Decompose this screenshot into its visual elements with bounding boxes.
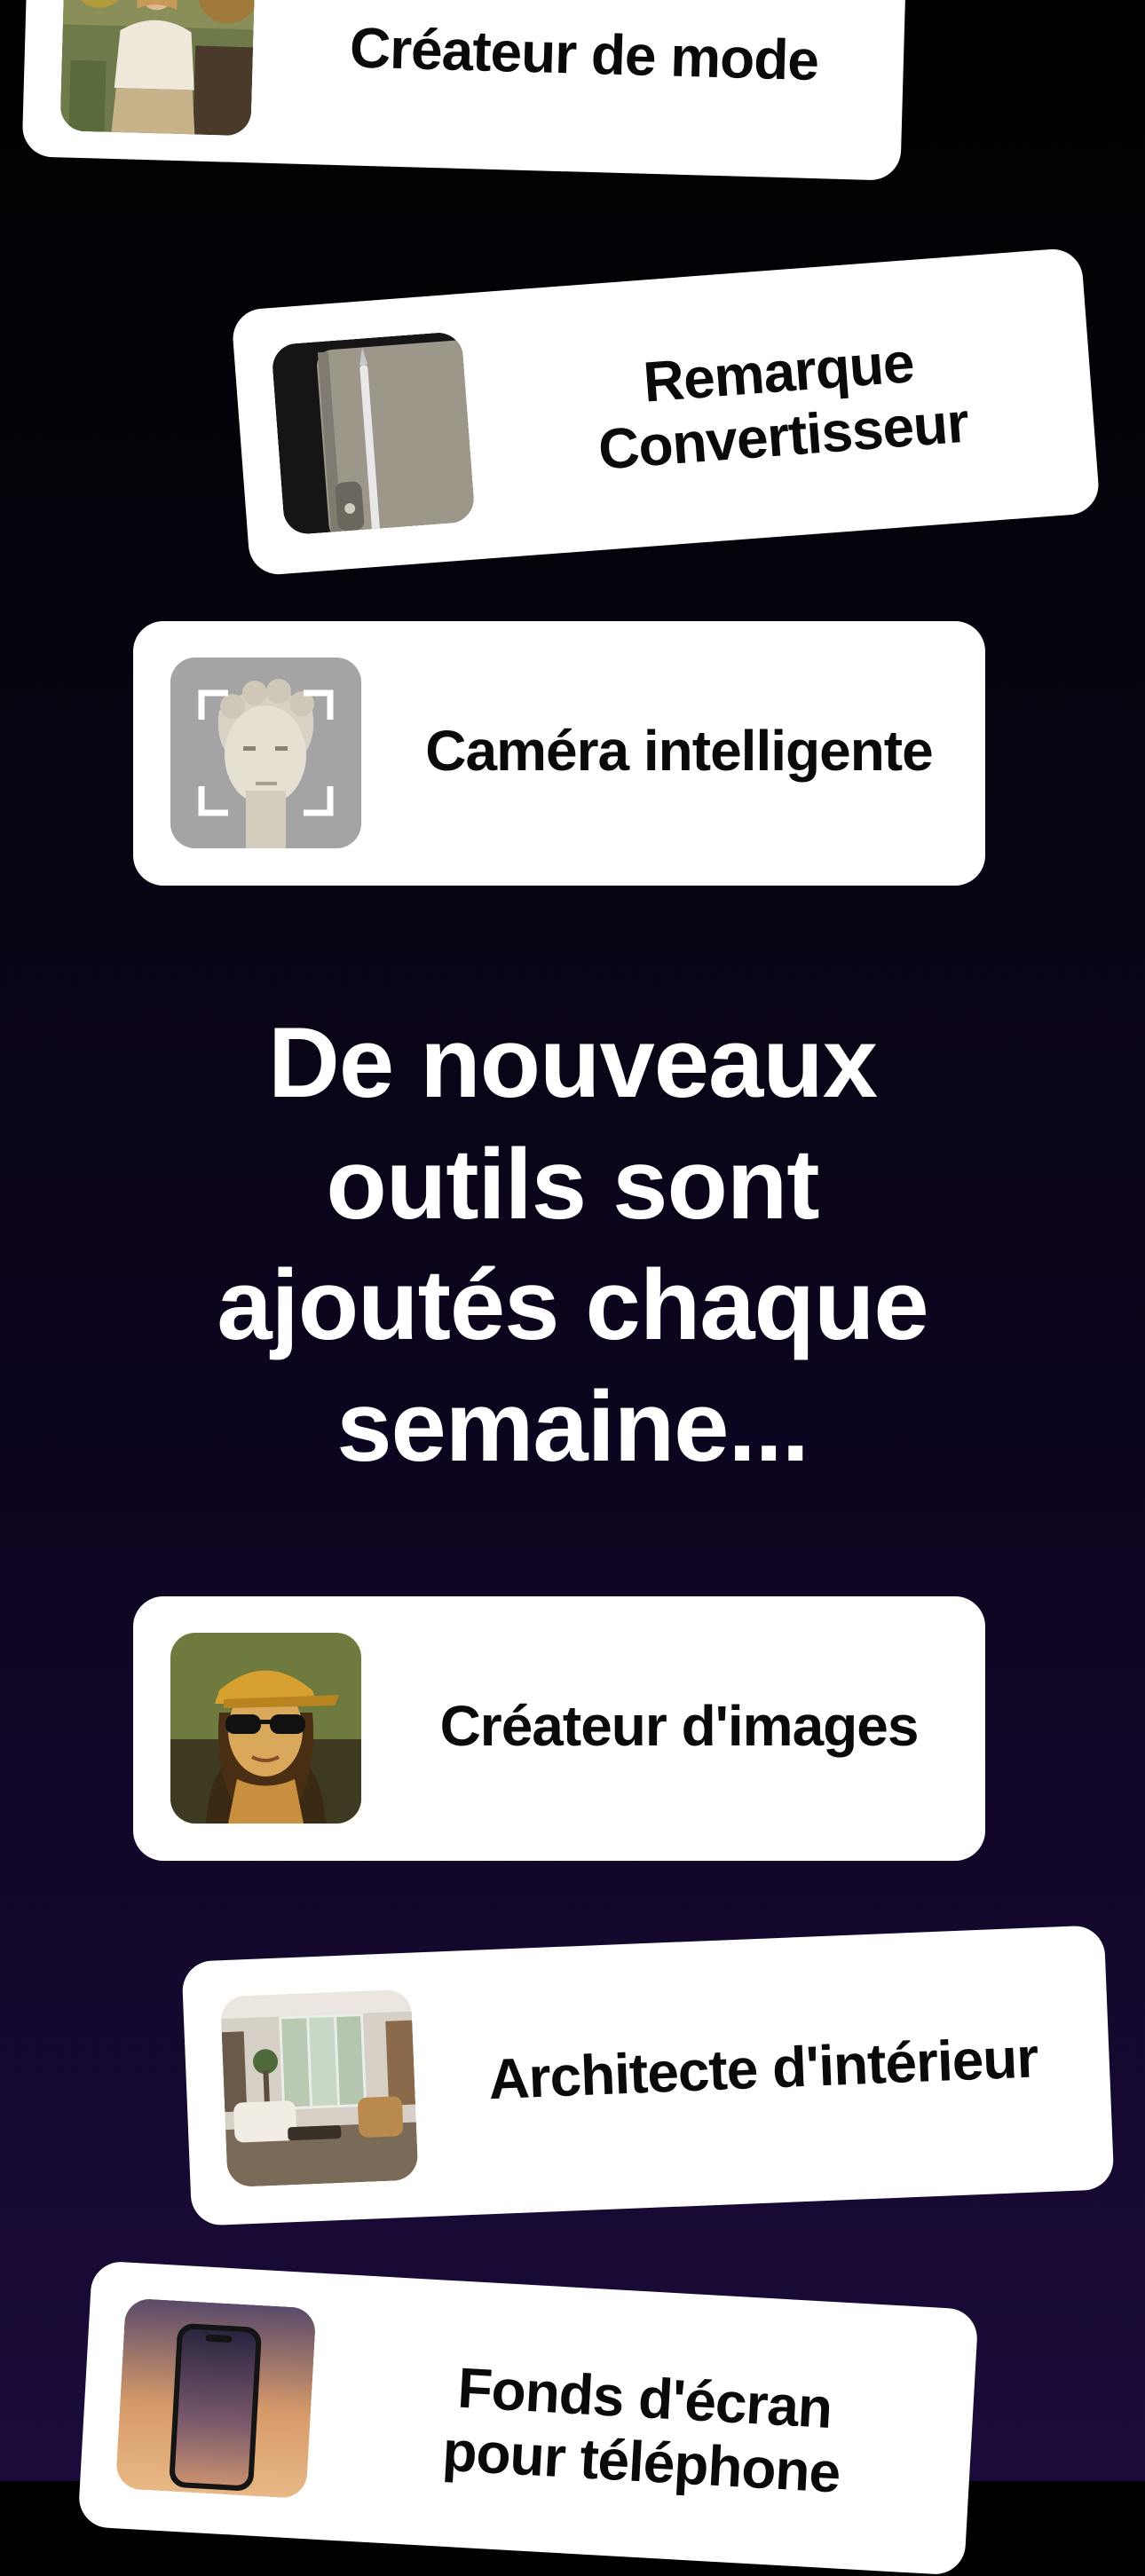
tool-card-interior-architect[interactable]: Architecte d'intérieur <box>181 1925 1115 2226</box>
tool-card-phone-wallpapers[interactable]: Fonds d'écran pour téléphone <box>77 2260 979 2576</box>
portrait-art-icon <box>170 1633 361 1824</box>
tool-card-note-converter[interactable]: Remarque Convertisseur <box>231 247 1101 577</box>
tool-label-phone-wallpapers: Fonds d'écran pour téléphone <box>440 2355 842 2505</box>
statue-scan-icon <box>170 658 361 848</box>
tool-card-fashion[interactable]: Créateur de mode <box>21 0 907 181</box>
tool-card-image-creator[interactable]: Créateur d'images <box>133 1596 985 1861</box>
notebook-pen-icon <box>271 331 476 536</box>
tool-label-note-converter: Remarque Convertisseur <box>596 330 971 482</box>
fashion-photo-icon <box>59 0 257 137</box>
phone-wallpaper-icon <box>114 2297 317 2500</box>
tool-label-image-creator: Créateur d'images <box>439 1694 920 1758</box>
living-room-icon <box>220 1989 419 2188</box>
tool-card-smart-camera[interactable]: Caméra intelligente <box>133 621 985 886</box>
headline: De nouveaux outils sont ajoutés chaque s… <box>217 1007 928 1482</box>
tool-label-fashion: Créateur de mode <box>349 15 820 93</box>
tool-label-smart-camera: Caméra intelligente <box>425 719 933 783</box>
tool-label-interior-architect: Architecte d'intérieur <box>487 2025 1039 2112</box>
